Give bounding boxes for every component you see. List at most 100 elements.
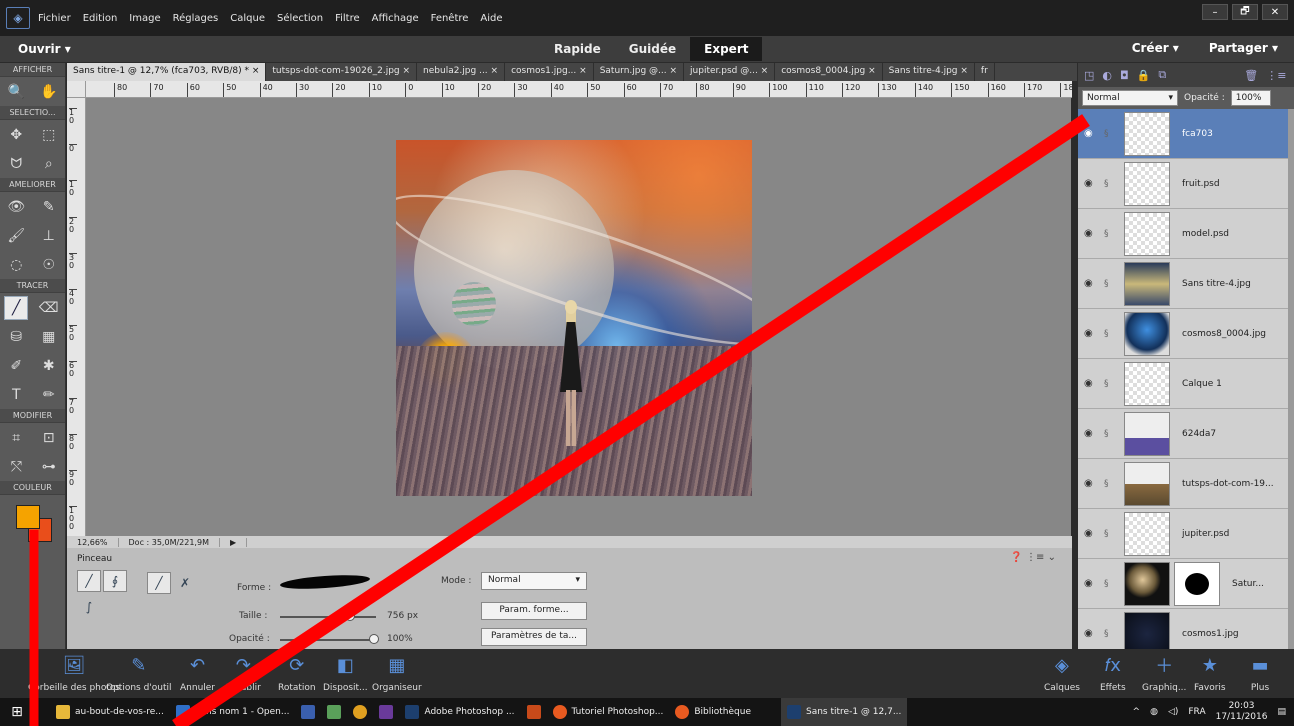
tool-options-button[interactable]: ✎ Options d'outil [106,653,172,694]
taskbar-item[interactable]: Tutoriel Photoshop... [547,698,670,726]
layer-row[interactable]: ◉ § Sans titre-4.jpg [1078,259,1288,309]
menu-affichage[interactable]: Affichage [372,13,419,24]
sponge-tool-icon[interactable]: ☉ [37,253,61,277]
app-logo-icon[interactable]: ◈ [6,7,30,29]
layer-new-icon[interactable]: ◳ [1084,69,1094,82]
layout-button[interactable]: ◧ Disposit... [323,653,368,694]
pencil-tool-icon[interactable]: ✏ [37,383,61,407]
spot-healing-icon[interactable]: ✎ [37,195,61,219]
hand-tool-icon[interactable]: ✋ [37,80,61,104]
menu-aide[interactable]: Aide [480,13,502,24]
options-menu-icons[interactable]: ❓ ⋮≡ ⌄ [1010,552,1056,563]
windows-start-icon[interactable]: ⊞ [0,698,34,726]
taskbar-item[interactable]: Bibliothèque [669,698,757,726]
language-indicator[interactable]: FRA [1188,707,1205,717]
eye-icon[interactable]: ◉ [1084,228,1104,239]
more-button[interactable]: ▬ Plus [1248,653,1272,694]
menu-filtre[interactable]: Filtre [335,13,360,24]
tab-rapide[interactable]: Rapide [540,37,615,61]
opacity-input[interactable]: 100% [1230,90,1271,106]
crop-tool-icon[interactable]: ⌗ [4,426,28,450]
layer-row[interactable]: ◉ § fca703 [1078,109,1288,159]
layer-mask-thumbnail[interactable] [1174,561,1220,606]
eye-icon[interactable]: ◉ [1084,328,1104,339]
custom-shape-icon[interactable]: ✱ [37,354,61,378]
panel-menu-icon[interactable]: ⋮≡ [1266,69,1286,82]
clock[interactable]: 20:03 17/11/2016 [1216,701,1268,723]
doc-tab[interactable]: jupiter.psd @... × [684,63,776,81]
taskbar-pinned[interactable] [295,698,321,726]
doc-tab[interactable]: cosmos1.jpg... × [505,63,594,81]
gradient-tool-icon[interactable]: ▦ [37,325,61,349]
link-layers-icon[interactable]: ⧉ [1158,68,1166,82]
smart-brush-icon[interactable]: 🖌 [4,224,28,248]
recompose-tool-icon[interactable]: ⊡ [37,426,61,450]
create-button[interactable]: Créer ▾ [1132,41,1179,55]
menu-calque[interactable]: Calque [230,13,265,24]
menu-reglages[interactable]: Réglages [173,13,219,24]
tab-guidee[interactable]: Guidée [615,37,690,61]
open-button[interactable]: Ouvrir ▾ [18,42,71,56]
quick-selection-icon[interactable]: ⌕ [37,152,61,176]
airbrush-icon[interactable]: ✗ [173,572,197,594]
eye-icon[interactable]: ◉ [1084,278,1104,289]
close-button[interactable]: ✕ [1262,4,1288,20]
taskbar-item-active[interactable]: Sans titre-1 @ 12,7... [781,698,908,726]
taskbar-pinned[interactable] [347,698,373,726]
content-move-icon[interactable]: ⤲ [4,455,28,479]
param-tablette-button[interactable]: Paramètres de ta... [481,628,587,646]
share-button[interactable]: Partager ▾ [1209,41,1278,55]
notifications-icon[interactable]: ▤ [1277,707,1286,717]
layer-row[interactable]: ◉ § Calque 1 [1078,359,1288,409]
layer-row[interactable]: ◉ § Satur... [1078,559,1288,609]
layers-scrollbar[interactable] [1288,109,1294,658]
eye-icon[interactable]: ◉ [1084,428,1104,439]
color-replace-icon[interactable]: ∫ [77,596,101,618]
clone-stamp-icon[interactable]: ⊥ [37,224,61,248]
paint-bucket-icon[interactable]: ⛁ [4,325,28,349]
taskbar-pinned[interactable] [521,698,547,726]
tray-arrow-icon[interactable]: ^ [1133,707,1141,717]
graphics-button[interactable]: ＋ Graphiq... [1142,653,1186,693]
brush-preset-icon[interactable]: ╱ [147,572,171,594]
canvas-area[interactable] [86,98,1071,536]
move-tool-icon[interactable]: ✥ [4,123,28,147]
doc-tab[interactable]: Sans titre-4.jpg × [883,63,975,81]
eraser-tool-icon[interactable]: ⌫ [37,296,61,320]
tab-expert[interactable]: Expert [690,37,763,61]
brush-mode-icon[interactable]: ╱ [77,570,101,592]
red-eye-tool-icon[interactable]: 👁 [4,195,28,219]
taille-knob[interactable] [345,611,355,621]
opacite-knob[interactable] [369,634,379,644]
layer-row[interactable]: ◉ § tutsps-dot-com-19... [1078,459,1288,509]
menu-edition[interactable]: Edition [83,13,118,24]
adjustment-icon[interactable]: ◐ [1102,69,1112,82]
taskbar-pinned[interactable] [373,698,399,726]
menu-fichier[interactable]: Fichier [38,13,71,24]
mask-icon[interactable]: ◘ [1120,69,1129,82]
effects-button[interactable]: 𝑓x Effets [1100,653,1126,694]
doc-tab[interactable]: cosmos8_0004.jpg × [775,63,883,81]
brush-shape-preview[interactable] [279,572,371,592]
layer-row[interactable]: ◉ § fruit.psd [1078,159,1288,209]
param-forme-button[interactable]: Param. forme... [481,602,587,620]
brush-tool-icon[interactable]: ╱ [4,295,29,320]
favorites-button[interactable]: ★ Favoris [1194,653,1226,694]
layer-row[interactable]: ◉ § jupiter.psd [1078,509,1288,559]
taille-slider[interactable] [280,616,376,618]
doc-tab[interactable]: Sans titre-1 @ 12,7% (fca703, RVB/8) * × [67,63,267,81]
lock-icon[interactable]: 🔒 [1137,69,1151,82]
doc-tab[interactable]: fr [975,63,995,81]
lasso-tool-icon[interactable]: ᗢ [4,152,28,176]
eye-icon[interactable]: ◉ [1084,628,1104,639]
taskbar-pinned[interactable] [321,698,347,726]
menu-fenetre[interactable]: Fenêtre [431,13,469,24]
minimize-button[interactable]: – [1202,4,1228,20]
layer-row[interactable]: ◉ § model.psd [1078,209,1288,259]
blend-mode-select[interactable]: Normal ▾ [1082,90,1178,106]
undo-button[interactable]: ↶ Annuler [180,653,215,694]
taskbar-item[interactable]: Adobe Photoshop ... [399,698,520,726]
taskbar-item[interactable]: au-bout-de-vos-re... [50,698,170,726]
foreground-color-swatch[interactable] [16,505,40,529]
type-tool-icon[interactable]: T [4,383,28,407]
